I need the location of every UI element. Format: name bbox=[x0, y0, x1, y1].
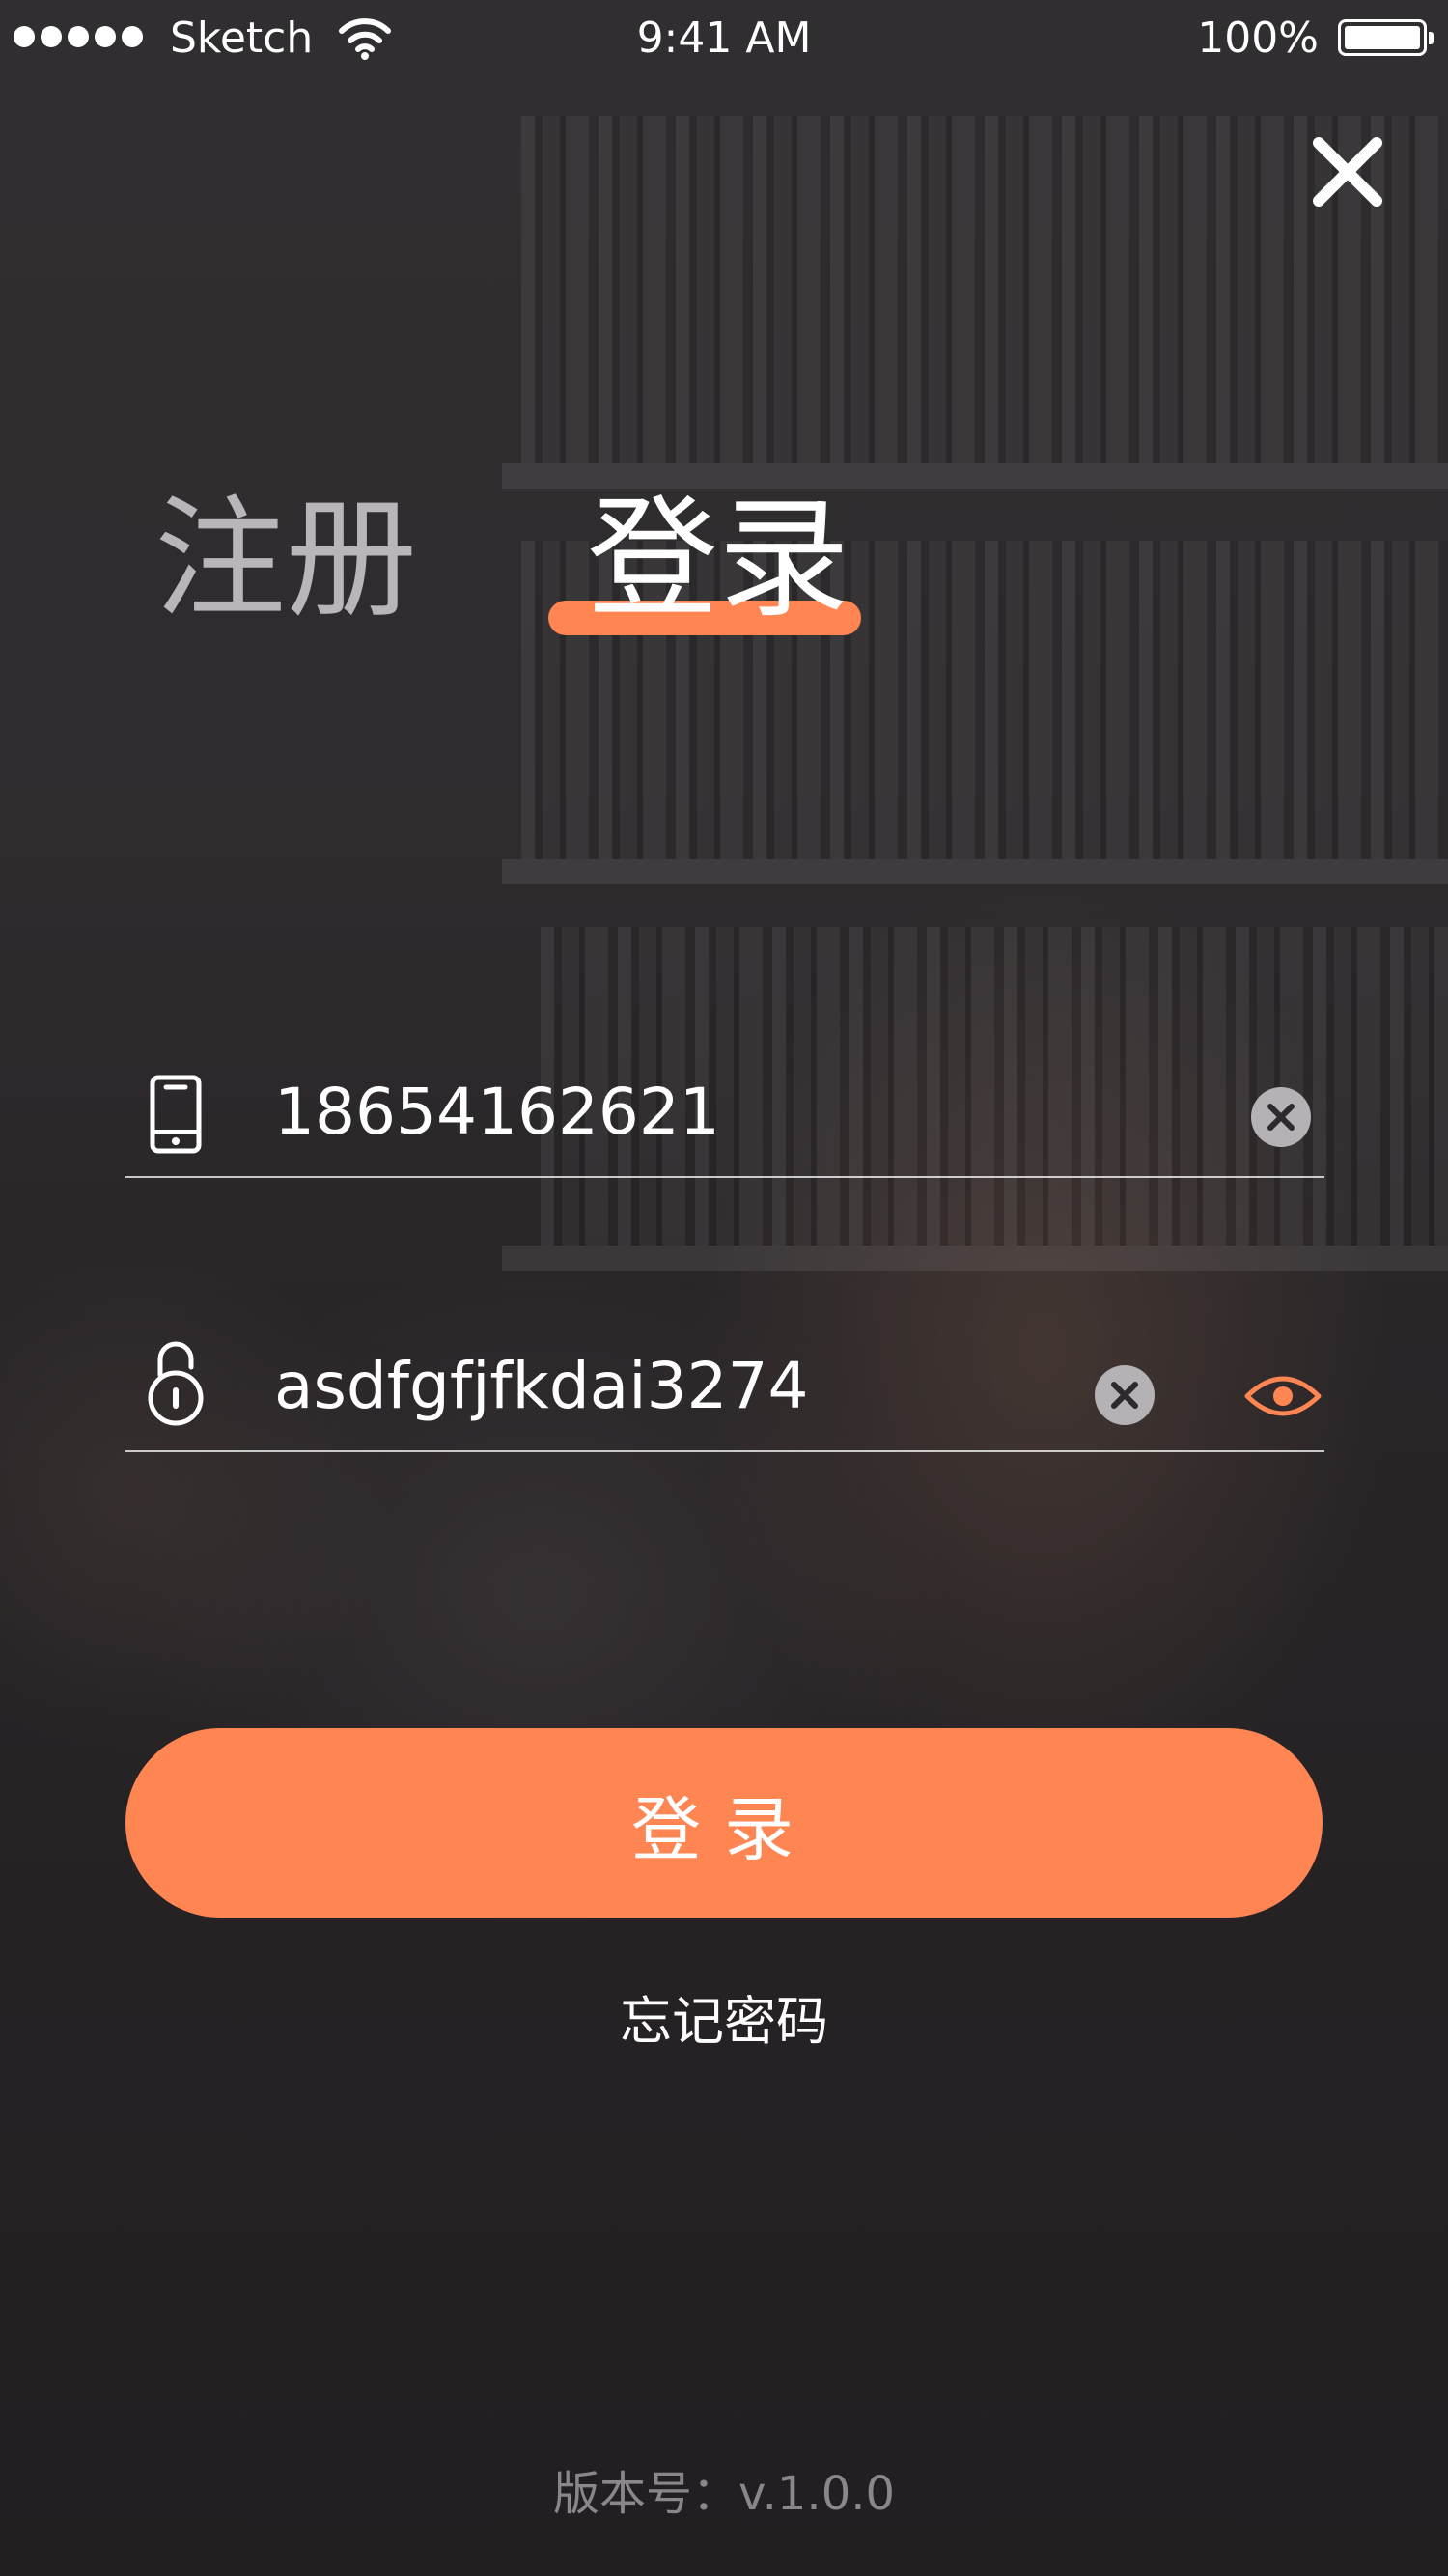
lock-icon bbox=[148, 1341, 204, 1426]
phone-input[interactable]: 18654162621 bbox=[274, 1074, 720, 1151]
clear-password-button[interactable] bbox=[1095, 1365, 1155, 1425]
battery-icon bbox=[1338, 19, 1434, 56]
password-input[interactable]: asdfgfjfkdai3274 bbox=[274, 1348, 809, 1425]
clear-circle-icon bbox=[1267, 1104, 1295, 1131]
version-label: 版本号：v.1.0.0 bbox=[552, 2467, 896, 2521]
tab-login[interactable]: 登录 bbox=[587, 483, 849, 637]
clear-phone-button[interactable] bbox=[1251, 1087, 1311, 1147]
close-icon[interactable] bbox=[1309, 133, 1386, 210]
eye-icon[interactable] bbox=[1243, 1367, 1323, 1425]
password-field-underline bbox=[125, 1450, 1324, 1452]
forgot-password-link[interactable]: 忘记密码 bbox=[0, 1983, 1448, 2060]
status-bar: Sketch 9:41 AM 100% bbox=[0, 0, 1448, 77]
tab-register[interactable]: 注册 bbox=[154, 483, 417, 637]
password-field[interactable]: asdfgfjfkdai3274 bbox=[125, 1317, 1324, 1452]
phone-field[interactable]: 18654162621 bbox=[125, 1043, 1324, 1178]
clear-circle-icon bbox=[1111, 1382, 1138, 1409]
battery-percentage: 100% bbox=[1197, 14, 1319, 63]
phone-icon bbox=[150, 1075, 202, 1154]
login-button[interactable]: 登录 bbox=[125, 1728, 1323, 1918]
background-photo bbox=[0, 0, 1448, 2576]
phone-field-underline bbox=[125, 1176, 1324, 1178]
